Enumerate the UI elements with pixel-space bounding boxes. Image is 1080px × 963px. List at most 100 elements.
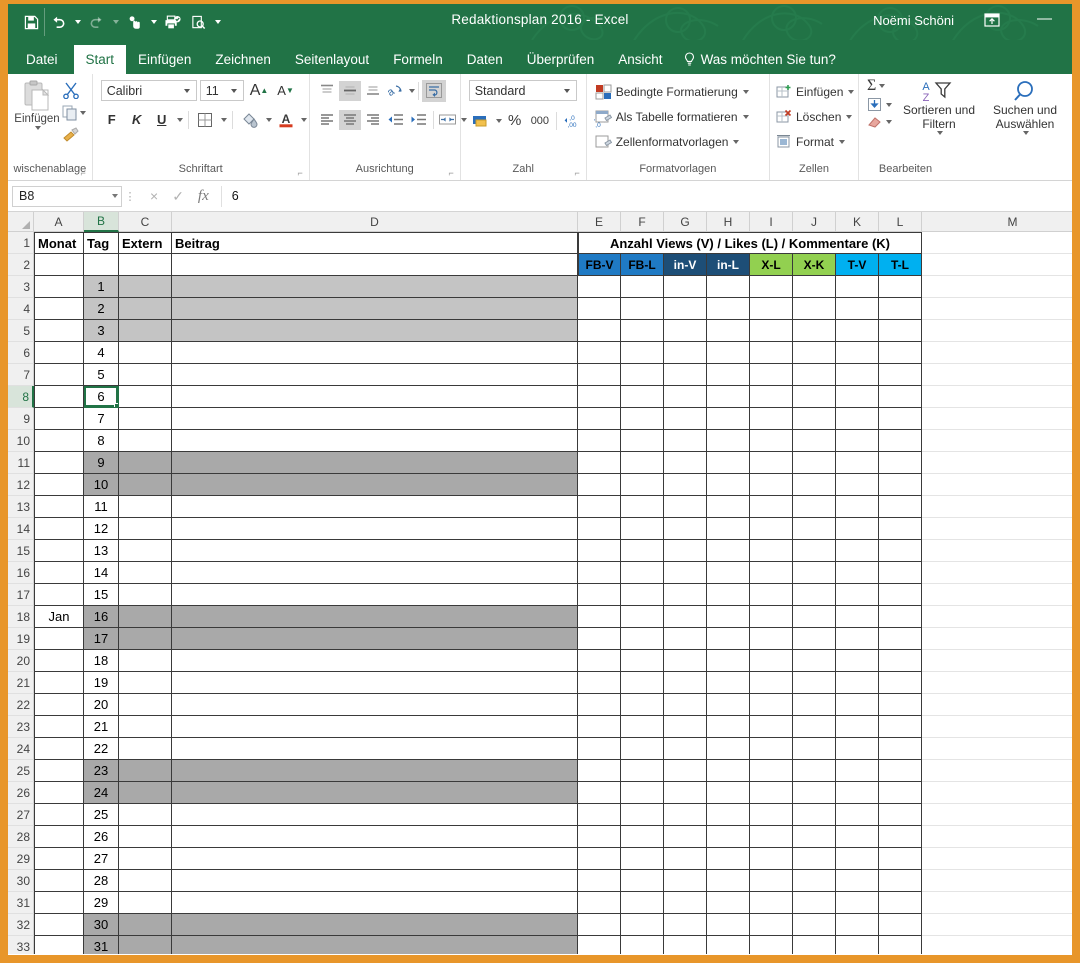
- font-size-combo[interactable]: 11: [199, 80, 244, 101]
- cell-L33[interactable]: [879, 936, 922, 954]
- row-header-25[interactable]: 25: [8, 760, 34, 782]
- cell-A19[interactable]: [34, 628, 84, 650]
- cell-D23[interactable]: [172, 716, 578, 738]
- cell-L13[interactable]: [879, 496, 922, 518]
- cell-E30[interactable]: [578, 870, 621, 892]
- cell-D25[interactable]: [172, 760, 578, 782]
- cell-I7[interactable]: [750, 364, 793, 386]
- underline-button[interactable]: U: [151, 109, 173, 131]
- cell-D24[interactable]: [172, 738, 578, 760]
- cell-G2-in-v[interactable]: in-V: [664, 254, 707, 276]
- cell-F8[interactable]: [621, 386, 664, 408]
- cell-I5[interactable]: [750, 320, 793, 342]
- cell-H14[interactable]: [707, 518, 750, 540]
- cell-H12[interactable]: [707, 474, 750, 496]
- cell-C20[interactable]: [119, 650, 172, 672]
- tab-einfuegen[interactable]: Einfügen: [126, 45, 203, 74]
- table-row[interactable]: 21: [34, 716, 1072, 738]
- table-row[interactable]: 29: [34, 892, 1072, 914]
- cell-A11[interactable]: [34, 452, 84, 474]
- cell-G18[interactable]: [664, 606, 707, 628]
- cell-K15[interactable]: [836, 540, 879, 562]
- row-header-13[interactable]: 13: [8, 496, 34, 518]
- cell-A6[interactable]: [34, 342, 84, 364]
- cell-C19[interactable]: [119, 628, 172, 650]
- cell-G10[interactable]: [664, 430, 707, 452]
- cell-H16[interactable]: [707, 562, 750, 584]
- cell-J12[interactable]: [793, 474, 836, 496]
- cell-F30[interactable]: [621, 870, 664, 892]
- cell-L26[interactable]: [879, 782, 922, 804]
- row-header-30[interactable]: 30: [8, 870, 34, 892]
- table-row[interactable]: 22: [34, 738, 1072, 760]
- cell-B10[interactable]: 8: [84, 430, 119, 452]
- cell-A14[interactable]: [34, 518, 84, 540]
- cell-F20[interactable]: [621, 650, 664, 672]
- cell-C31[interactable]: [119, 892, 172, 914]
- cell-H7[interactable]: [707, 364, 750, 386]
- cell-A1[interactable]: Monat: [34, 232, 84, 254]
- cell-K16[interactable]: [836, 562, 879, 584]
- cell-D17[interactable]: [172, 584, 578, 606]
- cell-K7[interactable]: [836, 364, 879, 386]
- cell-K27[interactable]: [836, 804, 879, 826]
- cell-E10[interactable]: [578, 430, 621, 452]
- cell-A23[interactable]: [34, 716, 84, 738]
- cell-H22[interactable]: [707, 694, 750, 716]
- cell-A10[interactable]: [34, 430, 84, 452]
- cell-G29[interactable]: [664, 848, 707, 870]
- cell-B18[interactable]: 16: [84, 606, 119, 628]
- align-bottom-icon[interactable]: [362, 81, 384, 101]
- cell-H23[interactable]: [707, 716, 750, 738]
- cell-B27[interactable]: 25: [84, 804, 119, 826]
- fill-color-button[interactable]: [238, 109, 262, 131]
- cell-C22[interactable]: [119, 694, 172, 716]
- cell-B21[interactable]: 19: [84, 672, 119, 694]
- cell-C24[interactable]: [119, 738, 172, 760]
- cell-F33[interactable]: [621, 936, 664, 954]
- table-row[interactable]: 2: [34, 298, 1072, 320]
- cell-H11[interactable]: [707, 452, 750, 474]
- cell-J20[interactable]: [793, 650, 836, 672]
- cell-L2-t-l[interactable]: T-L: [879, 254, 922, 276]
- conditional-formatting-button[interactable]: Bedingte Formatierung: [595, 79, 749, 104]
- cell-H26[interactable]: [707, 782, 750, 804]
- cell-K5[interactable]: [836, 320, 879, 342]
- cell-H31[interactable]: [707, 892, 750, 914]
- cell-M12[interactable]: [922, 474, 1072, 496]
- cell-K17[interactable]: [836, 584, 879, 606]
- cell-K31[interactable]: [836, 892, 879, 914]
- cell-B32[interactable]: 30: [84, 914, 119, 936]
- cell-K26[interactable]: [836, 782, 879, 804]
- cell-J25[interactable]: [793, 760, 836, 782]
- tab-seitenlayout[interactable]: Seitenlayout: [283, 45, 381, 74]
- table-row[interactable]: 27: [34, 848, 1072, 870]
- cell-M8[interactable]: [922, 386, 1072, 408]
- column-header-c[interactable]: C: [119, 212, 172, 232]
- cell-M27[interactable]: [922, 804, 1072, 826]
- cell-J22[interactable]: [793, 694, 836, 716]
- cell-I17[interactable]: [750, 584, 793, 606]
- cell-B5[interactable]: 3: [84, 320, 119, 342]
- cell-D1[interactable]: Beitrag: [172, 232, 578, 254]
- cell-M2[interactable]: [922, 254, 1072, 276]
- cell-H18[interactable]: [707, 606, 750, 628]
- table-row[interactable]: 31: [34, 936, 1072, 954]
- row-headers[interactable]: 1 2 3 4 5 6 7 8 9 10 11 12 13 14 15 16 17 18 19 20 21 22 23 24 2…: [8, 232, 34, 954]
- table-row[interactable]: FB-V FB-L in-V in-L X-L X-K T-V T-L: [34, 254, 1072, 276]
- cell-K8[interactable]: [836, 386, 879, 408]
- column-header-l[interactable]: L: [879, 212, 922, 232]
- cell-K24[interactable]: [836, 738, 879, 760]
- cell-D31[interactable]: [172, 892, 578, 914]
- cell-C29[interactable]: [119, 848, 172, 870]
- cell-G11[interactable]: [664, 452, 707, 474]
- cell-E24[interactable]: [578, 738, 621, 760]
- table-row[interactable]: 17: [34, 628, 1072, 650]
- cell-F7[interactable]: [621, 364, 664, 386]
- cell-L19[interactable]: [879, 628, 922, 650]
- row-header-19[interactable]: 19: [8, 628, 34, 650]
- cell-K9[interactable]: [836, 408, 879, 430]
- tab-ansicht[interactable]: Ansicht: [606, 45, 674, 74]
- row-header-6[interactable]: 6: [8, 342, 34, 364]
- cell-F27[interactable]: [621, 804, 664, 826]
